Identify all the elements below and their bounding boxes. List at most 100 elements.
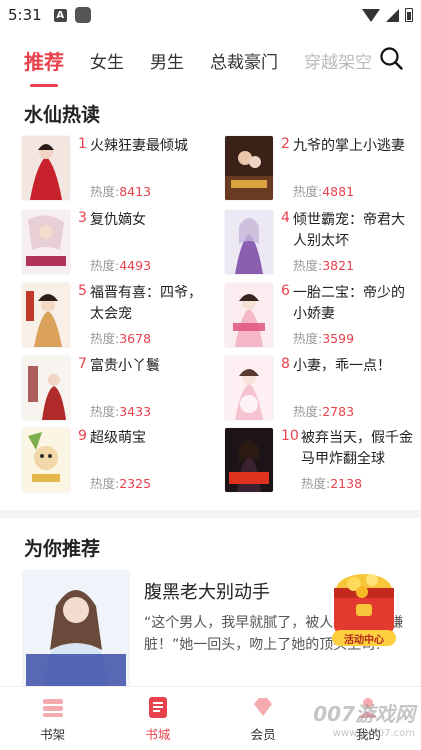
heat-label: 热度: [293,404,323,419]
hot-book-item[interactable]: 6 一胎二宝：帝少的小娇妻 热度:3599 [225,283,415,347]
book-heat: 热度:3678 [90,328,151,347]
book-cover [225,283,273,347]
recommend-section-title: 为你推荐 [24,538,101,560]
heat-value: 3433 [119,404,152,419]
category-tabs: 推荐 女生 男生 总裁豪门 穿越架空 [0,36,421,87]
heat-value: 4881 [322,184,355,199]
watermark-sub: www.yx007.com [332,728,415,739]
book-cover [225,210,273,274]
hot-book-item[interactable]: 9 超级萌宝 热度:2325 [22,428,212,492]
book-cover [225,428,273,492]
book-title: 福晋有喜：四爷，太会宠 [90,285,202,322]
book-title: 被弃当天，假千金马甲炸翻全球 [301,430,413,467]
heat-value: 3821 [322,258,355,273]
tab-bookshelf-label: 书架 [40,727,66,742]
tab-member[interactable]: 会员 [211,687,316,750]
signal-icon [386,8,399,22]
notification-app-icon [74,7,91,23]
heat-value: 2138 [330,476,363,491]
watermark: 007游戏网 www.yx007.com [313,704,415,744]
section-divider [0,510,421,518]
hot-book-item[interactable]: 7 富贵小丫鬟 热度:3433 [22,356,212,420]
hot-rank: 7 [78,356,87,372]
book-cover [225,136,273,200]
heat-value: 8413 [119,184,152,199]
tab-bookshelf[interactable]: 书架 [0,687,105,750]
hot-book-item[interactable]: 4 倾世霸宠：帝君大人别太坏 热度:3821 [225,210,415,274]
heat-value: 3678 [119,331,152,346]
heat-label: 热度: [301,476,331,491]
book-title: 小妻，乖一点！ [293,358,391,374]
tab-bookstore-label: 书城 [145,727,171,742]
hot-rank: 4 [281,210,290,226]
wifi-icon [362,8,380,22]
activity-center-button[interactable]: 活动中心 [326,568,402,652]
recommend-book-title[interactable]: 腹黑老大别动手 [144,578,270,604]
heat-value: 4493 [119,258,152,273]
hot-rank: 3 [78,210,87,226]
status-time: 5:31 [8,6,42,24]
hot-rank: 2 [281,136,290,152]
hot-rank: 5 [78,283,87,299]
tab-ceo[interactable]: 总裁豪门 [210,48,278,73]
hot-rank: 10 [281,428,299,444]
heat-label: 热度: [90,184,120,199]
book-title: 富贵小丫鬟 [90,358,160,374]
hot-book-item[interactable]: 10 被弃当天，假千金马甲炸翻全球 热度:2138 [225,428,415,492]
tab-recommend[interactable]: 推荐 [24,46,64,87]
book-title: 九爷的掌上小逃妻 [293,138,405,154]
book-heat: 热度:3433 [90,401,151,420]
book-title: 超级萌宝 [90,430,146,446]
book-cover [22,283,70,347]
tab-female[interactable]: 女生 [90,48,124,73]
book-title: 一胎二宝：帝少的小娇妻 [293,285,405,322]
diamond-icon [254,698,273,716]
book-title: 火辣狂妻最倾城 [90,138,188,154]
book-title: 倾世霸宠：帝君大人别太坏 [293,212,405,249]
bookshelf-icon [42,699,63,717]
book-heat: 热度:8413 [90,181,151,200]
search-icon[interactable] [379,46,403,70]
heat-label: 热度: [293,184,323,199]
hot-book-item[interactable]: 8 小妻，乖一点！ 热度:2783 [225,356,415,420]
tab-time-travel[interactable]: 穿越架空 [304,48,372,73]
book-cover [22,136,70,200]
tab-bookstore[interactable]: 书城 [105,687,210,750]
book-cover [22,356,70,420]
heat-label: 热度: [293,258,323,273]
hot-section-title: 水仙热读 [24,104,101,126]
book-heat: 热度:4493 [90,255,151,274]
hot-rank: 9 [78,428,87,444]
book-cover [225,356,273,420]
hot-rank: 1 [78,136,87,152]
heat-value: 3599 [322,331,355,346]
activity-center-label: 活动中心 [344,635,384,646]
watermark-main: 007游戏网 [313,702,415,726]
recommend-book-cover[interactable] [22,570,130,688]
book-heat: 热度:2783 [293,401,354,420]
notification-a-icon: A [53,8,67,22]
hot-book-item[interactable]: 3 复仇嫡女 热度:4493 [22,210,212,274]
battery-icon [405,8,413,22]
heat-label: 热度: [293,331,323,346]
hot-book-item[interactable]: 1 火辣狂妻最倾城 热度:8413 [22,136,212,200]
book-cover [22,428,70,492]
tab-member-label: 会员 [250,727,276,742]
heat-label: 热度: [90,404,120,419]
hot-book-item[interactable]: 2 九爷的掌上小逃妻 热度:4881 [225,136,415,200]
book-cover [22,210,70,274]
book-heat: 热度:4881 [293,181,354,200]
heat-value: 2325 [119,476,152,491]
tab-male[interactable]: 男生 [150,48,184,73]
heat-label: 热度: [90,258,120,273]
heat-value: 2783 [322,404,355,419]
hot-rank: 8 [281,356,290,372]
heat-label: 热度: [90,331,120,346]
book-title: 复仇嫡女 [90,212,146,228]
book-heat: 热度:2325 [90,473,151,492]
book-heat: 热度:2138 [301,473,362,492]
hot-rank: 6 [281,283,290,299]
status-bar: 5:31 A [0,0,421,30]
bookstore-icon [148,697,167,718]
hot-book-item[interactable]: 5 福晋有喜：四爷，太会宠 热度:3678 [22,283,212,347]
